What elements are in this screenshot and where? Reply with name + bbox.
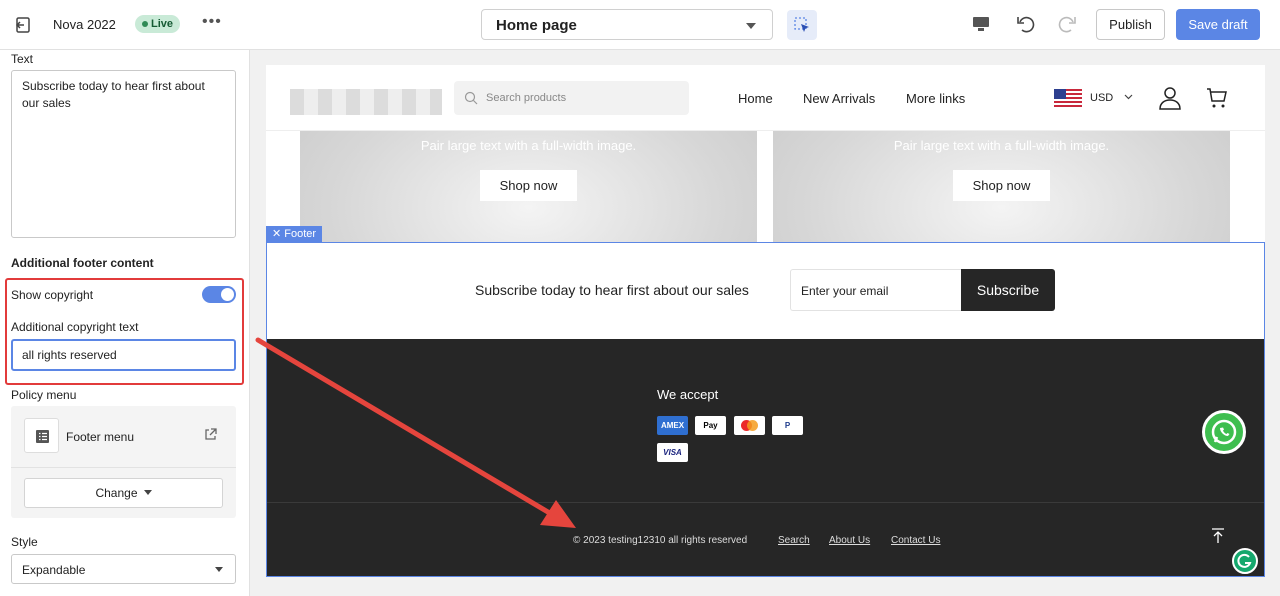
search-icon bbox=[464, 91, 478, 105]
close-icon: ✕ bbox=[272, 228, 285, 240]
change-label: Change bbox=[95, 486, 138, 500]
show-copyright-label: Show copyright bbox=[11, 288, 94, 302]
undo-icon[interactable] bbox=[1015, 13, 1037, 35]
publish-button[interactable]: Publish bbox=[1096, 9, 1165, 40]
store-logo[interactable] bbox=[290, 89, 442, 115]
page-select-value: Home page bbox=[496, 17, 577, 34]
nav-new-arrivals[interactable]: New Arrivals bbox=[803, 91, 875, 106]
style-select-value: Expandable bbox=[22, 563, 86, 577]
policy-menu-label: Policy menu bbox=[11, 388, 77, 402]
redo-icon[interactable] bbox=[1056, 13, 1078, 35]
desktop-view-icon[interactable] bbox=[972, 15, 990, 33]
nav-home[interactable]: Home bbox=[738, 91, 773, 106]
footer-selection-outline bbox=[266, 242, 1265, 577]
show-copyright-toggle[interactable] bbox=[202, 286, 236, 303]
account-icon[interactable] bbox=[1158, 86, 1182, 110]
exit-icon[interactable] bbox=[14, 16, 32, 34]
menu-list-icon bbox=[24, 418, 59, 453]
currency-selector[interactable]: USD bbox=[1090, 92, 1113, 104]
live-badge: Live bbox=[135, 15, 181, 33]
search-input[interactable]: Search products bbox=[454, 81, 689, 115]
hero-text: Pair large text with a full-width image. bbox=[420, 138, 637, 153]
section-heading: Additional footer content bbox=[11, 256, 154, 270]
page-select[interactable]: Home page bbox=[481, 9, 773, 40]
settings-sidebar: Text Subscribe today to hear first about… bbox=[0, 50, 250, 596]
change-menu-button[interactable]: Change bbox=[24, 478, 223, 508]
grammarly-icon[interactable] bbox=[1232, 548, 1258, 574]
store-header: Search products Home New Arrivals More l… bbox=[266, 65, 1265, 131]
copyright-text-label: Additional copyright text bbox=[11, 320, 139, 334]
text-textarea[interactable]: Subscribe today to hear first about our … bbox=[11, 70, 236, 238]
store-name: Nova 2022 bbox=[53, 17, 116, 32]
shop-now-button[interactable]: Shop now bbox=[953, 170, 1050, 201]
whatsapp-icon[interactable] bbox=[1202, 410, 1246, 454]
inspector-toggle[interactable] bbox=[787, 10, 817, 40]
chevron-down-icon bbox=[746, 23, 756, 29]
us-flag-icon bbox=[1054, 89, 1082, 107]
hero-text: Pair large text with a full-width image. bbox=[893, 138, 1110, 153]
copyright-text-input[interactable]: all rights reserved bbox=[11, 339, 236, 371]
external-link-icon[interactable] bbox=[204, 428, 217, 441]
policy-menu-card: Footer menu Change bbox=[11, 406, 236, 518]
nav-more-links[interactable]: More links bbox=[906, 91, 965, 106]
cart-icon[interactable] bbox=[1206, 87, 1228, 109]
save-draft-button[interactable]: Save draft bbox=[1176, 9, 1260, 40]
footer-tag-label: Footer bbox=[284, 228, 317, 240]
text-label: Text bbox=[11, 52, 34, 66]
chevron-down-icon bbox=[1124, 94, 1133, 100]
select-cursor-icon bbox=[794, 17, 809, 32]
search-placeholder: Search products bbox=[486, 92, 567, 104]
footer-section-tag[interactable]: ✕ Footer bbox=[266, 226, 323, 242]
preview-canvas: Pair large text with a full-width image.… bbox=[251, 50, 1280, 596]
editor-topbar: Nova 2022 Live ••• Home page Publish Sav… bbox=[0, 0, 1280, 50]
caret-down-icon bbox=[143, 490, 152, 495]
store-preview: Pair large text with a full-width image.… bbox=[266, 65, 1265, 577]
shop-now-button[interactable]: Shop now bbox=[480, 170, 577, 201]
caret-down-icon bbox=[215, 567, 223, 572]
more-icon[interactable]: ••• bbox=[202, 13, 222, 31]
style-select[interactable]: Expandable bbox=[11, 554, 236, 584]
divider bbox=[11, 467, 236, 468]
policy-menu-name: Footer menu bbox=[66, 430, 135, 444]
style-label: Style bbox=[11, 535, 38, 549]
